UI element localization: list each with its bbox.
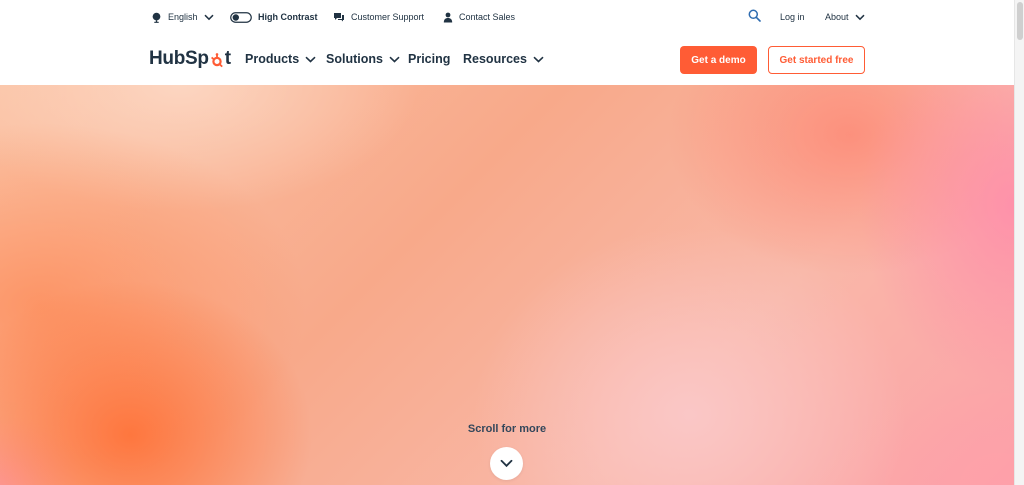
chevron-down-icon (855, 14, 865, 20)
chevron-down-icon (389, 56, 400, 63)
nav-products[interactable]: Products (245, 52, 316, 66)
chat-bubbles-icon (334, 12, 344, 21)
nav-resources[interactable]: Resources (463, 52, 544, 66)
person-icon (443, 12, 453, 22)
logo-text-end: t (224, 48, 231, 69)
chevron-down-icon (204, 14, 214, 20)
get-started-free-button[interactable]: Get started free (768, 46, 865, 74)
login-link[interactable]: Log in (780, 10, 805, 24)
high-contrast-label: High Contrast (258, 12, 318, 22)
contact-sales-link[interactable]: Contact Sales (443, 10, 515, 24)
globe-icon (152, 12, 161, 23)
nav-pricing-label: Pricing (408, 52, 451, 66)
page-scrollbar[interactable] (1014, 0, 1024, 485)
search-button[interactable] (748, 9, 761, 22)
nav-solutions[interactable]: Solutions (326, 52, 400, 66)
about-label: About (825, 12, 849, 22)
sprocket-icon (210, 52, 225, 67)
chevron-down-icon (500, 459, 513, 468)
logo-text: HubSp (149, 48, 209, 69)
nav-solutions-label: Solutions (326, 52, 383, 66)
get-demo-button[interactable]: Get a demo (680, 46, 757, 74)
high-contrast-toggle[interactable]: High Contrast (230, 10, 318, 24)
chevron-down-icon (533, 56, 544, 63)
scroll-down-button[interactable] (490, 447, 523, 480)
nav-products-label: Products (245, 52, 300, 66)
nav-resources-label: Resources (463, 52, 527, 66)
chevron-down-icon (305, 56, 316, 63)
contact-sales-label: Contact Sales (459, 12, 516, 22)
main-nav: HubSp t Products Solutions Pricing Resou… (0, 34, 1014, 85)
login-label: Log in (780, 12, 805, 22)
hubspot-logo[interactable]: HubSp t (149, 48, 231, 70)
nav-pricing[interactable]: Pricing (408, 52, 450, 66)
scrollbar-thumb[interactable] (1017, 2, 1023, 40)
about-menu[interactable]: About (825, 10, 865, 24)
customer-support-link[interactable]: Customer Support (333, 10, 424, 24)
scroll-for-more-label: Scroll for more (467, 423, 547, 435)
hero-section: Scroll for more (0, 85, 1014, 485)
customer-support-label: Customer Support (351, 12, 425, 22)
toggle-icon (230, 11, 252, 23)
language-selector[interactable]: English (151, 10, 214, 24)
language-label: English (168, 12, 198, 22)
utility-bar: English High Contrast Customer Support C… (0, 0, 1014, 34)
search-icon (748, 9, 761, 22)
